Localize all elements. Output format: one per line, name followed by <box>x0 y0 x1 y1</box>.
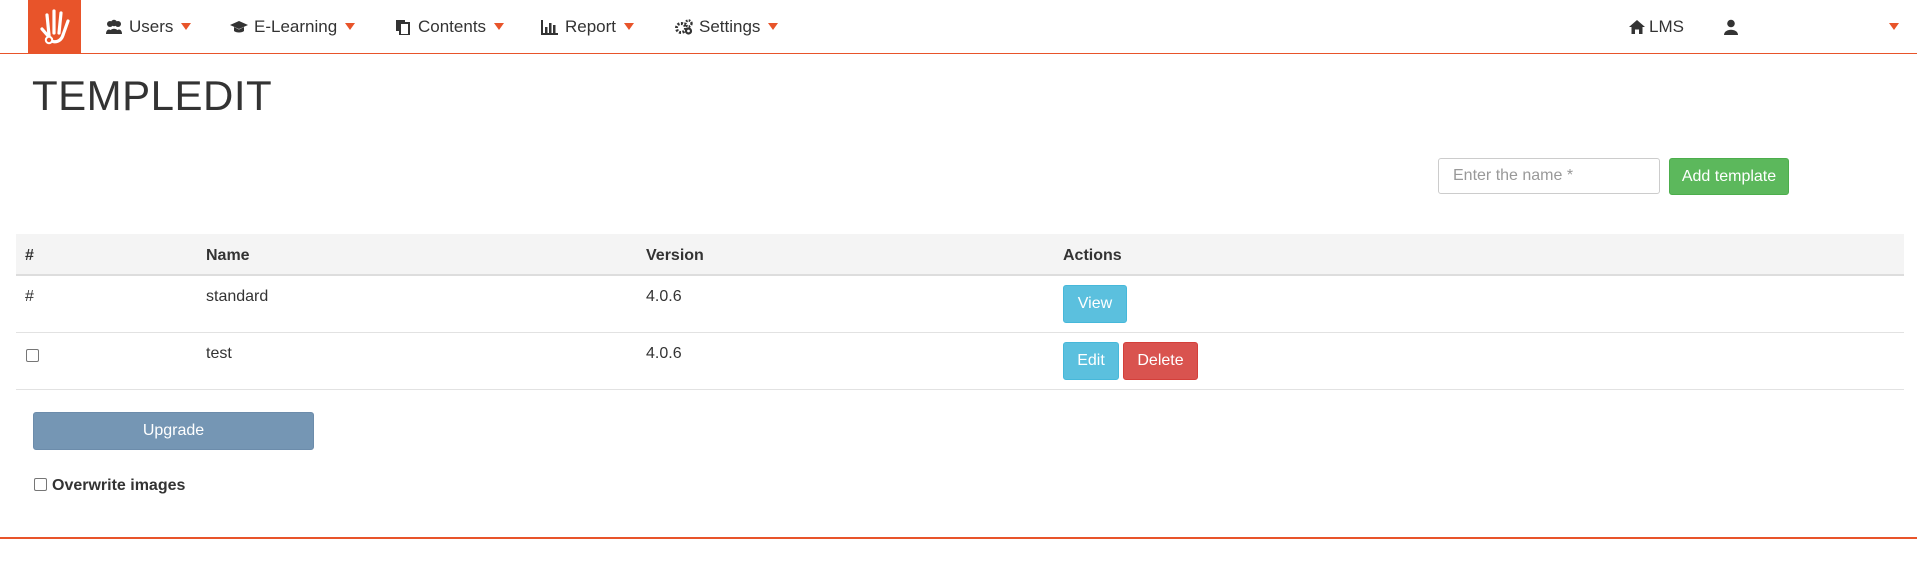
gears-icon <box>675 18 693 35</box>
nav-report[interactable]: Report <box>541 0 635 53</box>
template-name-input[interactable] <box>1438 158 1660 194</box>
nav-elearning-label: E-Learning <box>254 16 338 36</box>
bar-chart-icon <box>541 19 558 35</box>
users-icon <box>106 19 122 34</box>
nav-users-label: Users <box>129 16 174 36</box>
nav-settings[interactable]: Settings <box>675 0 779 53</box>
chevron-down-icon <box>768 23 779 30</box>
column-header-actions: Actions <box>1063 247 1122 264</box>
hand-logo-icon <box>39 8 70 44</box>
view-button[interactable]: View <box>1063 285 1127 323</box>
upgrade-button[interactable]: Upgrade <box>33 412 314 450</box>
template-version: 4.0.6 <box>646 345 682 362</box>
column-header-version: Version <box>646 247 704 264</box>
template-version: 4.0.6 <box>646 288 682 305</box>
template-name: standard <box>206 288 269 305</box>
graduation-cap-icon <box>230 20 248 32</box>
nav-settings-label: Settings <box>699 16 761 36</box>
edit-button[interactable]: Edit <box>1063 342 1119 380</box>
column-header-number: # <box>25 247 34 264</box>
delete-button[interactable]: Delete <box>1123 342 1198 380</box>
table-header: # Name Version Actions <box>16 234 1904 276</box>
files-icon <box>396 19 410 35</box>
nav-lms-label: LMS <box>1649 16 1684 36</box>
overwrite-images-checkbox[interactable] <box>34 478 47 491</box>
nav-lms[interactable]: LMS <box>1629 0 1684 53</box>
top-navbar: Users E-Learning Contents Report Setting… <box>0 0 1917 54</box>
template-name: test <box>206 345 232 362</box>
chevron-down-icon <box>345 23 356 30</box>
home-icon <box>1629 19 1645 34</box>
overwrite-images-label[interactable]: Overwrite images <box>52 477 185 495</box>
table-row: # standard 4.0.6 View <box>16 276 1904 333</box>
nav-report-label: Report <box>565 16 617 36</box>
table-row: test 4.0.6 Edit Delete <box>16 333 1904 390</box>
footer-divider <box>0 537 1917 539</box>
chevron-down-icon <box>1889 23 1899 30</box>
page-title: TEMPLEDIT <box>32 72 273 119</box>
add-template-button[interactable]: Add template <box>1669 158 1789 195</box>
brand-logo[interactable] <box>28 0 81 53</box>
user-menu[interactable] <box>1724 0 1744 53</box>
chevron-down-icon <box>494 23 505 30</box>
chevron-down-icon <box>181 23 192 30</box>
user-icon <box>1724 19 1738 35</box>
nav-contents[interactable]: Contents <box>394 0 505 53</box>
chevron-down-icon <box>624 23 635 30</box>
user-menu-toggle[interactable] <box>1881 0 1899 53</box>
nav-elearning[interactable]: E-Learning <box>230 0 356 53</box>
row-marker: # <box>25 288 34 305</box>
nav-contents-label: Contents <box>418 16 487 36</box>
nav-users[interactable]: Users <box>105 0 192 53</box>
row-checkbox[interactable] <box>26 349 39 362</box>
column-header-name: Name <box>206 247 250 264</box>
